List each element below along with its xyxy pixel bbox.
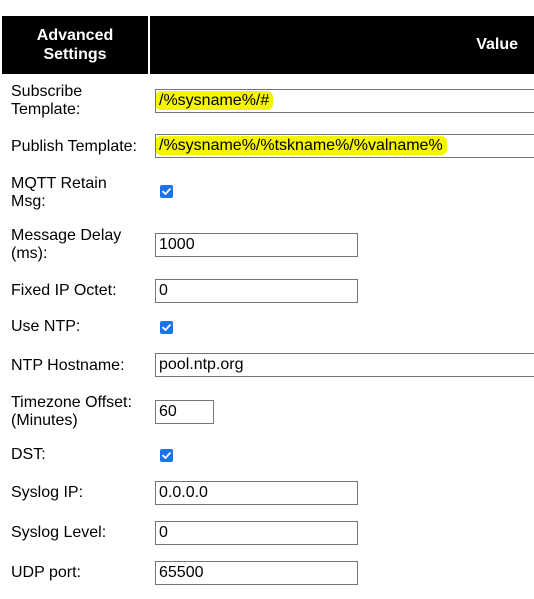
fixed-ip-octet-label: Fixed IP Octet: bbox=[11, 282, 117, 299]
checkmark-icon bbox=[162, 452, 171, 459]
publish-template-input[interactable]: /%sysname%/%tskname%/%valname% bbox=[155, 134, 534, 158]
publish-template-label: Publish Template: bbox=[11, 138, 137, 155]
subscribe-template-value: /%sysname%/# bbox=[156, 91, 274, 110]
mqtt-retain-msg-checkbox[interactable] bbox=[160, 185, 173, 198]
use-ntp-label: Use NTP: bbox=[11, 318, 81, 335]
mqtt-retain-msg-label-line1: MQTT Retain bbox=[11, 175, 107, 192]
message-delay-input[interactable]: 1000 bbox=[155, 233, 358, 257]
timezone-offset-label: Timezone Offset: (Minutes) bbox=[11, 394, 147, 430]
dst-checkbox[interactable] bbox=[160, 449, 173, 462]
advanced-settings-heading: Advanced Settings bbox=[2, 16, 148, 74]
syslog-level-label: Syslog Level: bbox=[11, 524, 107, 541]
advanced-settings-heading-line1: Advanced bbox=[36, 27, 114, 44]
syslog-ip-input[interactable]: 0.0.0.0 bbox=[155, 481, 358, 505]
use-ntp-checkbox[interactable] bbox=[160, 321, 173, 334]
settings-table-header: Advanced Settings Value bbox=[2, 16, 534, 74]
checkmark-icon bbox=[162, 324, 171, 331]
message-delay-label-line1: Message Delay bbox=[11, 227, 122, 244]
dst-label: DST: bbox=[11, 446, 46, 463]
syslog-ip-label: Syslog IP: bbox=[11, 484, 84, 501]
message-delay-label-line2: (ms): bbox=[11, 245, 48, 262]
timezone-offset-label-line1: Timezone Offset: bbox=[11, 394, 132, 411]
advanced-settings-panel: Advanced Settings Value Subscribe Templa… bbox=[0, 0, 534, 599]
message-delay-label: Message Delay (ms): bbox=[11, 227, 147, 263]
subscribe-template-label: Subscribe Template: bbox=[11, 83, 147, 119]
fixed-ip-octet-input[interactable]: 0 bbox=[155, 279, 358, 303]
syslog-level-input[interactable]: 0 bbox=[155, 521, 358, 545]
advanced-settings-heading-line2: Settings bbox=[43, 46, 107, 63]
subscribe-template-input[interactable]: /%sysname%/# bbox=[155, 89, 534, 113]
subscribe-template-label-line2: Template: bbox=[11, 101, 81, 118]
mqtt-retain-msg-label: MQTT Retain Msg: bbox=[11, 175, 147, 211]
checkmark-icon bbox=[162, 188, 171, 195]
udp-port-input[interactable]: 65500 bbox=[155, 561, 358, 585]
header-divider bbox=[148, 16, 150, 74]
udp-port-label: UDP port: bbox=[11, 564, 81, 581]
timezone-offset-label-line2: (Minutes) bbox=[11, 412, 78, 429]
ntp-hostname-input[interactable]: pool.ntp.org bbox=[155, 353, 534, 377]
timezone-offset-input[interactable]: 60 bbox=[155, 400, 214, 424]
mqtt-retain-msg-label-line2: Msg: bbox=[11, 193, 46, 210]
publish-template-value: /%sysname%/%tskname%/%valname% bbox=[156, 136, 447, 155]
value-heading: Value bbox=[476, 36, 518, 53]
ntp-hostname-label: NTP Hostname: bbox=[11, 357, 125, 374]
subscribe-template-label-line1: Subscribe bbox=[11, 83, 83, 100]
